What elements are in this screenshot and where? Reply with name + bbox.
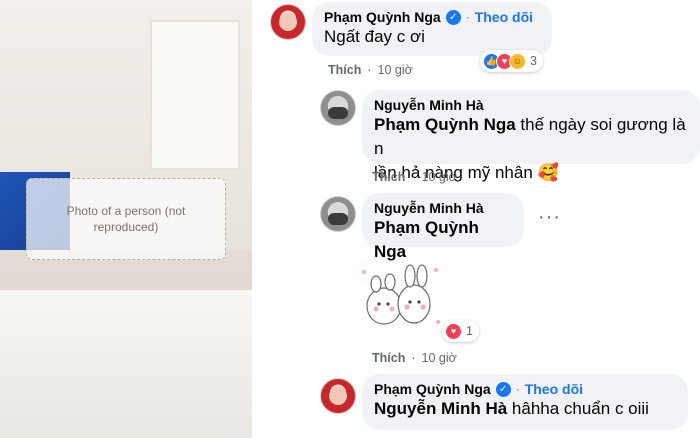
like-button[interactable]: Thích (372, 170, 405, 184)
comment-bubble: Phạm Quỳnh Nga ✓ · Theo dõi Ngất đay c ơ… (312, 2, 552, 56)
verified-badge-icon: ✓ (445, 9, 461, 25)
dot-separator: · (411, 170, 416, 184)
avatar-face (279, 13, 297, 31)
mention-tag[interactable]: Nguyễn Minh Hà (374, 399, 507, 418)
verified-badge-icon: ✓ (495, 381, 511, 397)
two-bunnies-sticker (362, 264, 440, 325)
avatar[interactable] (270, 4, 306, 40)
photo-panel[interactable]: Photo of a person (not reproduced) (0, 0, 252, 438)
comment-text-line: Nguyễn Minh Hà hâhha chuẩn c oiii (374, 397, 676, 421)
comment-bubble: Nguyễn Minh Hà Phạm Quỳnh Nga thế ngày s… (362, 90, 700, 182)
photo-window (150, 20, 240, 170)
dot-separator: · (367, 63, 372, 77)
reaction-count: 1 (466, 324, 473, 338)
emoji-heart-face-icon: 🥰 (537, 163, 559, 182)
comment-meta: Thích · 10 giờ (328, 63, 413, 77)
photo-placeholder: Photo of a person (not reproduced) (26, 178, 226, 260)
photo-bed (0, 290, 252, 438)
comment-time[interactable]: 10 giờ (422, 170, 457, 184)
mention-tag[interactable]: Phạm Quỳnh Nga (374, 218, 479, 261)
comment-thread: Phạm Quỳnh Nga ✓ · Theo dõi Ngất đay c ơ… (258, 0, 700, 438)
comment-text: hâhha chuẩn c oiii (511, 399, 649, 418)
comment-meta: Thích · 10 giờ (372, 170, 457, 184)
reaction-summary[interactable]: 👍 ♥ ☺ 3 (480, 50, 543, 72)
comment-author[interactable]: Nguyễn Minh Hà (374, 97, 484, 113)
comment-text-line: Phạm Quỳnh Nga (374, 216, 512, 264)
dot-separator: · (411, 351, 416, 365)
reaction-count: 3 (530, 54, 537, 68)
more-options-icon[interactable]: ··· (538, 206, 561, 229)
comment-header: Phạm Quỳnh Nga ✓ · Theo dõi (324, 9, 540, 25)
comment-bubble: Phạm Quỳnh Nga ✓ · Theo dõi Nguyễn Minh … (362, 374, 688, 430)
comment-author[interactable]: Phạm Quỳnh Nga (324, 9, 441, 25)
comment-author[interactable]: Phạm Quỳnh Nga (374, 381, 491, 397)
love-icon: ♥ (445, 322, 462, 340)
avatar[interactable] (320, 378, 356, 414)
dot-separator: · (465, 10, 470, 24)
comment-time[interactable]: 10 giờ (378, 63, 413, 77)
comment-header: Phạm Quỳnh Nga ✓ · Theo dõi (374, 381, 676, 397)
comment-time[interactable]: 10 giờ (422, 351, 457, 365)
dot-separator: · (515, 382, 520, 396)
follow-link[interactable]: Theo dõi (525, 381, 583, 397)
comment-header: Nguyễn Minh Hà (374, 200, 512, 216)
comment-text-line: Phạm Quỳnh Nga thế ngày soi gương là n (374, 113, 688, 161)
like-button[interactable]: Thích (372, 351, 405, 365)
comment-bubble: Nguyễn Minh Hà Phạm Quỳnh Nga (362, 193, 524, 261)
comment-header: Nguyễn Minh Hà (374, 97, 688, 113)
avatar-face (328, 107, 348, 119)
avatar[interactable] (320, 196, 356, 232)
avatar-face (328, 213, 348, 225)
avatar-face (329, 387, 347, 405)
comment-author[interactable]: Nguyễn Minh Hà (374, 200, 484, 216)
care-icon: ☺ (509, 52, 526, 70)
comment-text: Ngất đay c ơi (324, 27, 425, 46)
comment-meta: Thích · 10 giờ (372, 351, 457, 365)
like-button[interactable]: Thích (328, 63, 361, 77)
reaction-summary[interactable]: ♥ 1 (442, 320, 479, 342)
follow-link[interactable]: Theo dõi (475, 9, 533, 25)
mention-tag[interactable]: Phạm Quỳnh Nga (374, 115, 516, 134)
avatar[interactable] (320, 90, 356, 126)
